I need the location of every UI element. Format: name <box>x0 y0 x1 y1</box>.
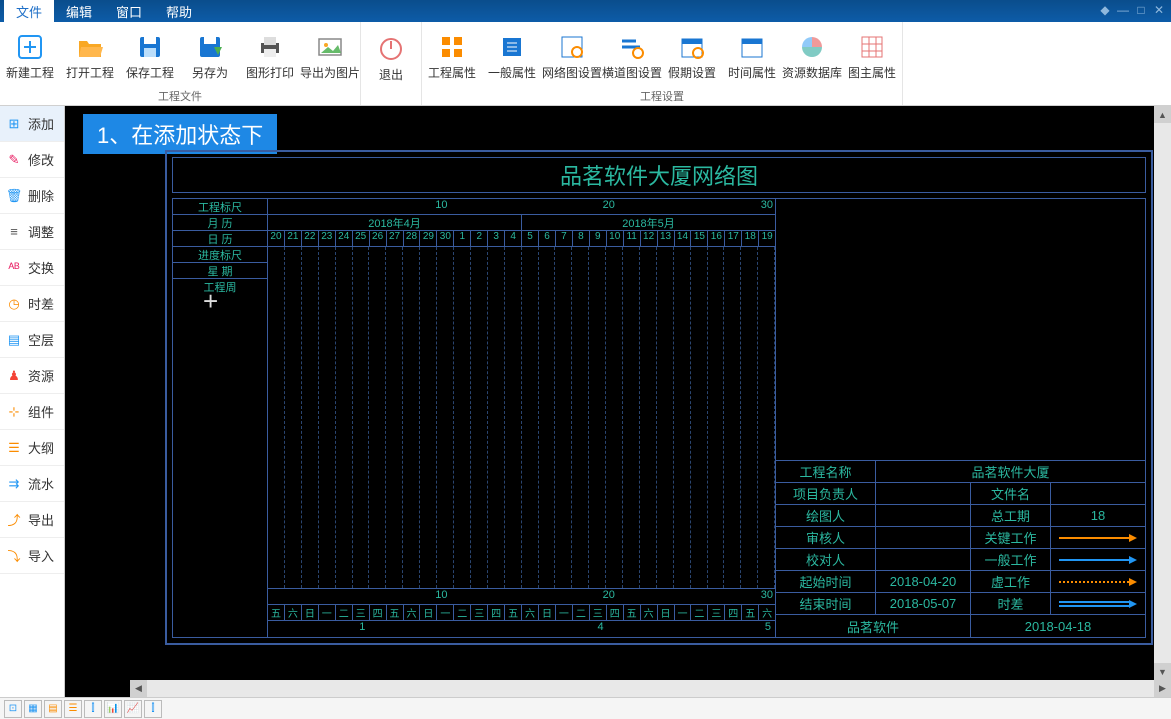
sidebar-import[interactable]: ⤵导入 <box>0 538 64 574</box>
hdr-week: 星 期 <box>173 263 267 278</box>
scrollbar-horizontal[interactable]: ◀▶ <box>130 680 1171 697</box>
project-prop-button[interactable]: 工程属性 <box>422 22 482 87</box>
sidebar-adjust[interactable]: ≡调整 <box>0 214 64 250</box>
view-mode-7[interactable]: 📈 <box>124 700 142 718</box>
sidebar-flow[interactable]: ⇉流水 <box>0 466 64 502</box>
scroll-left-icon[interactable]: ◀ <box>130 680 147 697</box>
month-row: 2018年4月2018年5月 <box>268 215 775 231</box>
view-mode-3[interactable]: ▤ <box>44 700 62 718</box>
scale-row-top: 102030 <box>268 199 775 215</box>
sidebar-timediff[interactable]: ◷时差 <box>0 286 64 322</box>
info-table: 工程名称品茗软件大厦 项目负责人文件名 绘图人总工期18 审核人关键工作 校对人… <box>776 460 1145 637</box>
saveas-button[interactable]: 另存为 <box>180 22 240 87</box>
sidebar-layer[interactable]: ▤空层 <box>0 322 64 358</box>
canvas[interactable]: 1、在添加状态下 + 品茗软件大厦网络图 工程标尺 月 历 日 历 进度标尺 星… <box>65 106 1171 697</box>
view-mode-6[interactable]: 📊 <box>104 700 122 718</box>
view-mode-8[interactable]: ⫿ <box>144 700 162 718</box>
scrollbar-vertical[interactable]: ▲▼ <box>1154 106 1171 680</box>
scroll-right-icon[interactable]: ▶ <box>1154 680 1171 697</box>
person-icon: ♟ <box>6 368 22 384</box>
new-project-button[interactable]: 新建工程 <box>0 22 60 87</box>
sidebar-export[interactable]: ⤴导出 <box>0 502 64 538</box>
sidebar-delete[interactable]: 🗑删除 <box>0 178 64 214</box>
time-prop-button[interactable]: 时间属性 <box>722 22 782 87</box>
exit-button[interactable]: 退出 <box>361 22 421 91</box>
sidebar: ⊞添加 ✎修改 🗑删除 ≡调整 ᴬᴮ交换 ◷时差 ▤空层 ♟资源 ⊹组件 ☰大纲… <box>0 106 65 697</box>
holiday-settings-button[interactable]: 假期设置 <box>662 22 722 87</box>
edit-icon: ✎ <box>6 152 22 168</box>
trash-icon: 🗑 <box>6 188 22 204</box>
list-icon: ☰ <box>6 440 22 456</box>
print-button[interactable]: 图形打印 <box>240 22 300 87</box>
logo-icon: ◆ <box>1097 2 1113 18</box>
view-mode-4[interactable]: ☰ <box>64 700 82 718</box>
save-project-button[interactable]: 保存工程 <box>120 22 180 87</box>
minimize-icon[interactable]: — <box>1115 2 1131 18</box>
diagram-title: 品茗软件大厦网络图 <box>172 157 1146 193</box>
ribbon-group-label-settings: 工程设置 <box>640 87 684 105</box>
sidebar-modify[interactable]: ✎修改 <box>0 142 64 178</box>
projweek-row: 145 <box>268 621 775 637</box>
sidebar-swap[interactable]: ᴬᴮ交换 <box>0 250 64 286</box>
hdr-projweek: 工程周 <box>173 279 267 295</box>
hdr-month: 月 历 <box>173 215 267 230</box>
hdr-progress: 进度标尺 <box>173 247 267 262</box>
view-mode-1[interactable]: ⊡ <box>4 700 22 718</box>
swap-icon: ᴬᴮ <box>6 260 22 276</box>
hdr-scale: 工程标尺 <box>173 199 267 214</box>
sidebar-component[interactable]: ⊹组件 <box>0 394 64 430</box>
menu-edit[interactable]: 编辑 <box>54 0 104 23</box>
resource-db-button[interactable]: 资源数据库 <box>782 22 842 87</box>
statusbar: ⊡ ▦ ▤ ☰ ⫿ 📊 📈 ⫿ <box>0 697 1171 719</box>
component-icon: ⊹ <box>6 404 22 420</box>
hint-banner: 1、在添加状态下 <box>83 114 277 154</box>
general-prop-button[interactable]: 一般属性 <box>482 22 542 87</box>
sidebar-add[interactable]: ⊞添加 <box>0 106 64 142</box>
slider-icon: ≡ <box>6 224 22 240</box>
plus-icon: ⊞ <box>6 116 22 132</box>
day-row: 2021222324252627282930123456789101112131… <box>268 231 775 247</box>
view-mode-2[interactable]: ▦ <box>24 700 42 718</box>
weekday-row: 五六日一二三四五六日一二三四五六日一二三四五六日一二三四五六 <box>268 605 775 621</box>
scale-row-bottom: 102030 <box>268 589 775 605</box>
flow-icon: ⇉ <box>6 476 22 492</box>
import-icon: ⤵ <box>6 548 22 564</box>
layer-icon: ▤ <box>6 332 22 348</box>
legend-prop-button[interactable]: 图主属性 <box>842 22 902 87</box>
net-settings-button[interactable]: 网络图设置 <box>542 22 602 87</box>
close-icon[interactable]: ✕ <box>1151 2 1167 18</box>
export-image-button[interactable]: 导出为图片 <box>300 22 360 87</box>
open-project-button[interactable]: 打开工程 <box>60 22 120 87</box>
menubar: 文件 编辑 窗口 帮助 ◆ — □ ✕ <box>0 0 1171 22</box>
menu-help[interactable]: 帮助 <box>154 0 204 23</box>
sidebar-outline[interactable]: ☰大纲 <box>0 430 64 466</box>
sidebar-resource[interactable]: ♟资源 <box>0 358 64 394</box>
view-mode-5[interactable]: ⫿ <box>84 700 102 718</box>
menu-file[interactable]: 文件 <box>4 0 54 23</box>
maximize-icon[interactable]: □ <box>1133 2 1149 18</box>
ribbon-group-label-file: 工程文件 <box>158 87 202 105</box>
bar-settings-button[interactable]: 横道图设置 <box>602 22 662 87</box>
scroll-up-icon[interactable]: ▲ <box>1154 106 1171 123</box>
export-icon: ⤴ <box>6 512 22 528</box>
hdr-day: 日 历 <box>173 231 267 246</box>
menu-window[interactable]: 窗口 <box>104 0 154 23</box>
network-diagram: 品茗软件大厦网络图 工程标尺 月 历 日 历 进度标尺 星 期 工程周 1020… <box>165 150 1153 645</box>
clock-icon: ◷ <box>6 296 22 312</box>
ribbon: 新建工程 打开工程 保存工程 另存为 图形打印 导出为图片 工程文件 退出 工程… <box>0 22 1171 106</box>
grid-body[interactable] <box>268 247 775 589</box>
scroll-down-icon[interactable]: ▼ <box>1154 663 1171 680</box>
